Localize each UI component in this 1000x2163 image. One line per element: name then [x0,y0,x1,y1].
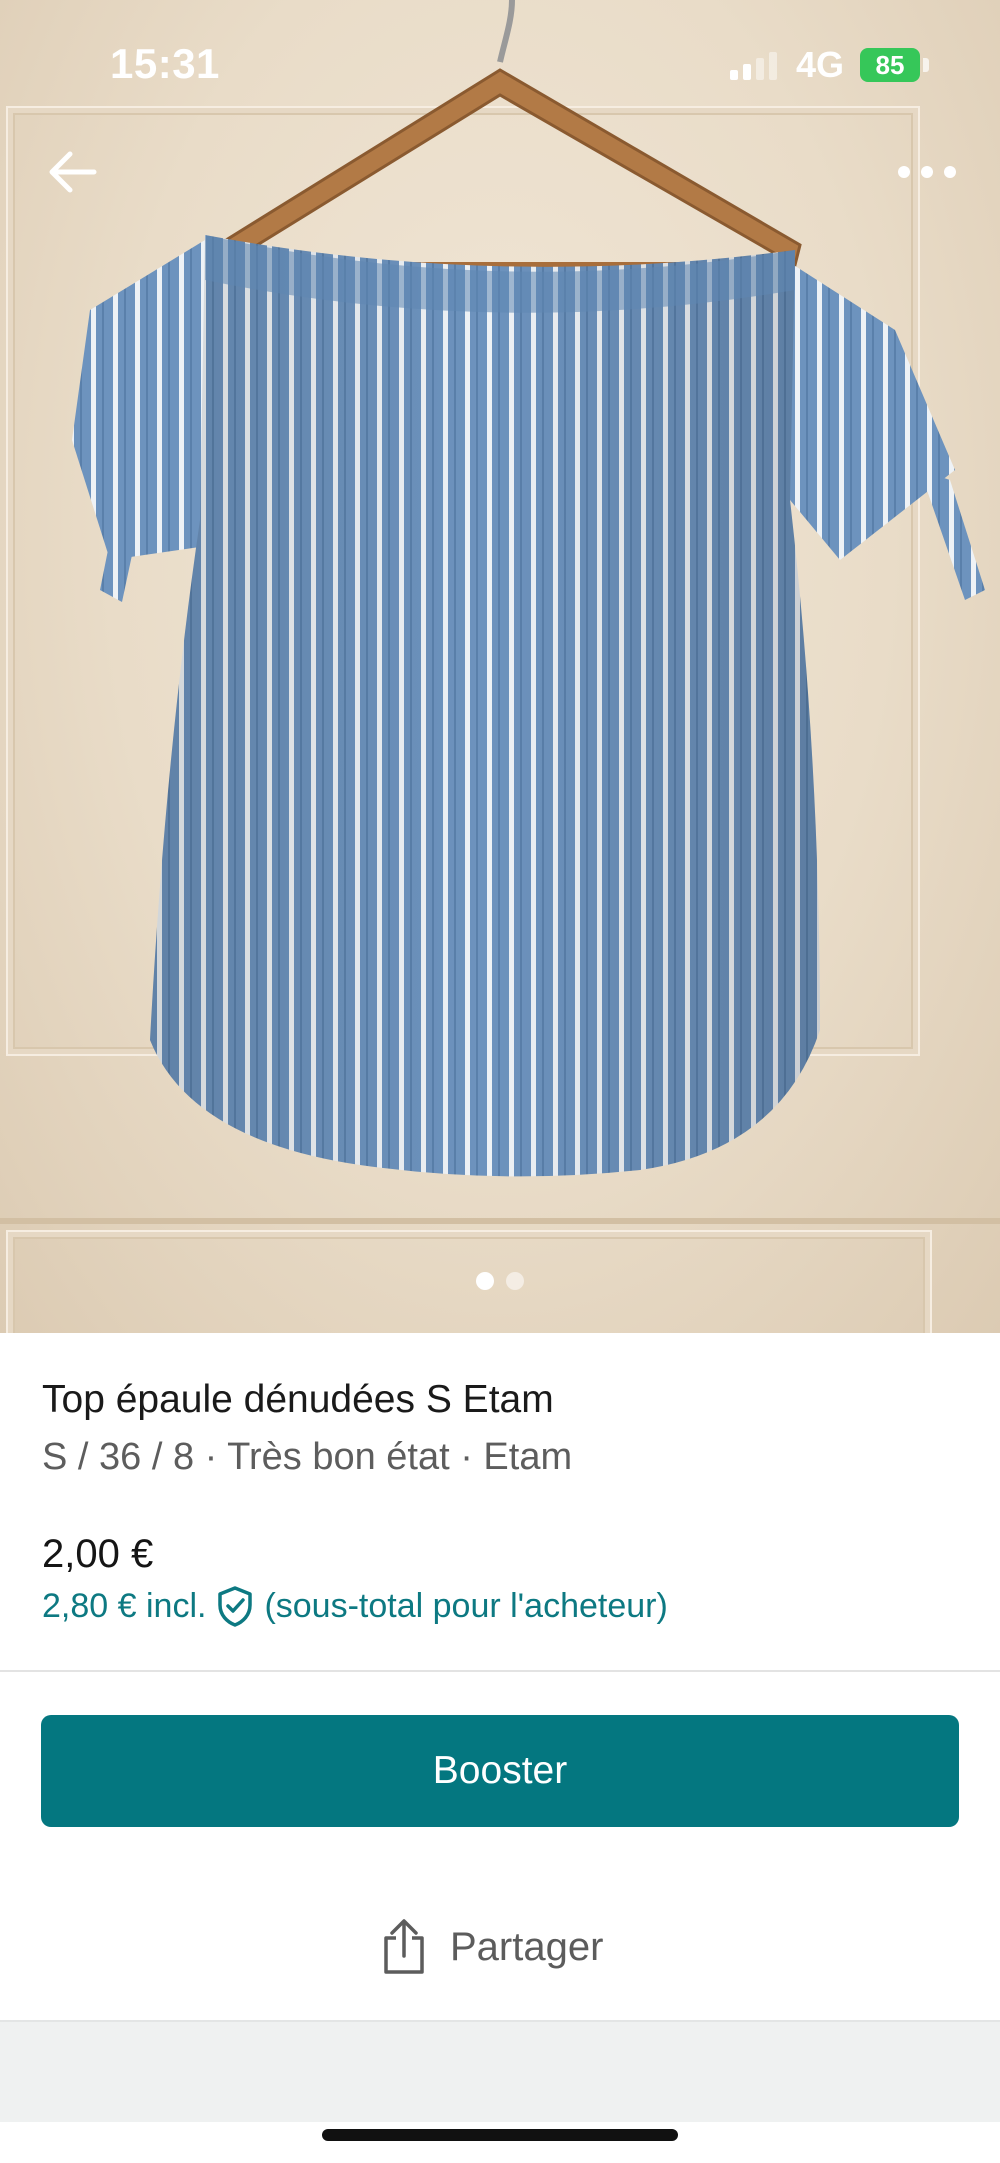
pager-dot-1[interactable] [476,1272,494,1290]
buyer-price-note: (sous-total pour l'acheteur) [264,1586,668,1625]
item-title: Top épaule dénudées S Etam [42,1378,554,1421]
cellular-signal-icon [730,52,777,80]
section-divider [0,1670,1000,1672]
striped-top-image [72,0,985,1177]
battery-level: 85 [875,49,905,80]
status-time: 15:31 [110,40,220,87]
more-horizontal-icon [898,166,956,178]
share-label: Partager [450,1924,604,1969]
home-indicator[interactable] [322,2129,678,2141]
boost-button[interactable]: Booster [41,1715,959,1827]
more-options-button[interactable] [896,160,958,184]
buyer-price-info[interactable]: 2,80 € incl. (sous-total pour l'acheteur… [42,1585,668,1627]
buyer-price: 2,80 € incl. [42,1586,207,1625]
battery-icon: 85 [860,48,920,82]
battery-cap [923,58,929,72]
product-photo[interactable] [0,0,1000,1333]
back-button[interactable] [44,148,100,196]
share-button[interactable]: Partager [380,1912,603,1982]
gallery-pager[interactable] [0,1272,1000,1290]
item-price: 2,00 € [42,1532,154,1576]
pager-dot-2[interactable] [506,1272,524,1290]
shield-check-icon [218,1586,253,1627]
item-attributes: S / 36 / 8 · Très bon état · Etam [42,1436,573,1478]
arrow-left-icon [49,151,97,193]
network-type: 4G [796,44,845,85]
share-icon [384,1919,424,1974]
bottom-section-background [0,2020,1000,2122]
